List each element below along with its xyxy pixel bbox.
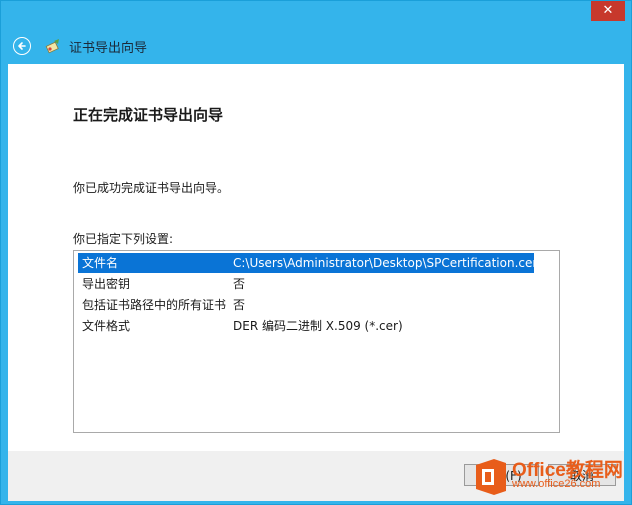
setting-key: 文件格式 [82, 319, 131, 333]
back-button[interactable] [13, 37, 31, 55]
close-icon: ✕ [602, 3, 614, 18]
setting-value: C:\Users\Administrator\Desktop\SPCertifi… [233, 256, 538, 270]
settings-list[interactable]: 文件名 C:\Users\Administrator\Desktop\SPCer… [73, 250, 560, 433]
setting-key: 文件名 [82, 256, 119, 270]
success-message: 你已成功完成证书导出向导。 [73, 181, 230, 195]
close-button[interactable]: ✕ [591, 1, 625, 21]
settings-row-file-format[interactable]: 文件格式 DER 编码二进制 X.509 (*.cer) [78, 316, 534, 336]
settings-row-include-chain[interactable]: 包括证书路径中的所有证书 否 [78, 295, 534, 315]
setting-value: 否 [233, 298, 246, 312]
setting-key: 导出密钥 [82, 277, 131, 291]
settings-label: 你已指定下列设置: [73, 232, 174, 246]
wizard-window: ✕ 证书导出向导 正在完成证书导出向导 你已成功完成证书导出向导。 你已指定下列… [0, 0, 632, 505]
setting-value: DER 编码二进制 X.509 (*.cer) [233, 319, 403, 333]
wizard-header-title: 证书导出向导 [69, 41, 148, 56]
setting-value: 否 [233, 277, 246, 291]
page-title: 正在完成证书导出向导 [73, 106, 224, 124]
settings-row-export-key[interactable]: 导出密钥 否 [78, 274, 534, 294]
title-bar: ✕ [1, 1, 631, 31]
watermark-url: www.office26.com [512, 478, 601, 490]
back-arrow-icon [18, 42, 26, 50]
office-logo-icon [476, 459, 506, 495]
wizard-content: 正在完成证书导出向导 你已成功完成证书导出向导。 你已指定下列设置: 文件名 C… [8, 64, 624, 451]
watermark: Office教程网 www.office26.com [472, 452, 632, 502]
wizard-header: 证书导出向导 [1, 31, 631, 64]
setting-key: 包括证书路径中的所有证书 [82, 298, 227, 312]
certificate-wizard-icon [45, 39, 59, 54]
settings-row-filename[interactable]: 文件名 C:\Users\Administrator\Desktop\SPCer… [78, 253, 538, 273]
